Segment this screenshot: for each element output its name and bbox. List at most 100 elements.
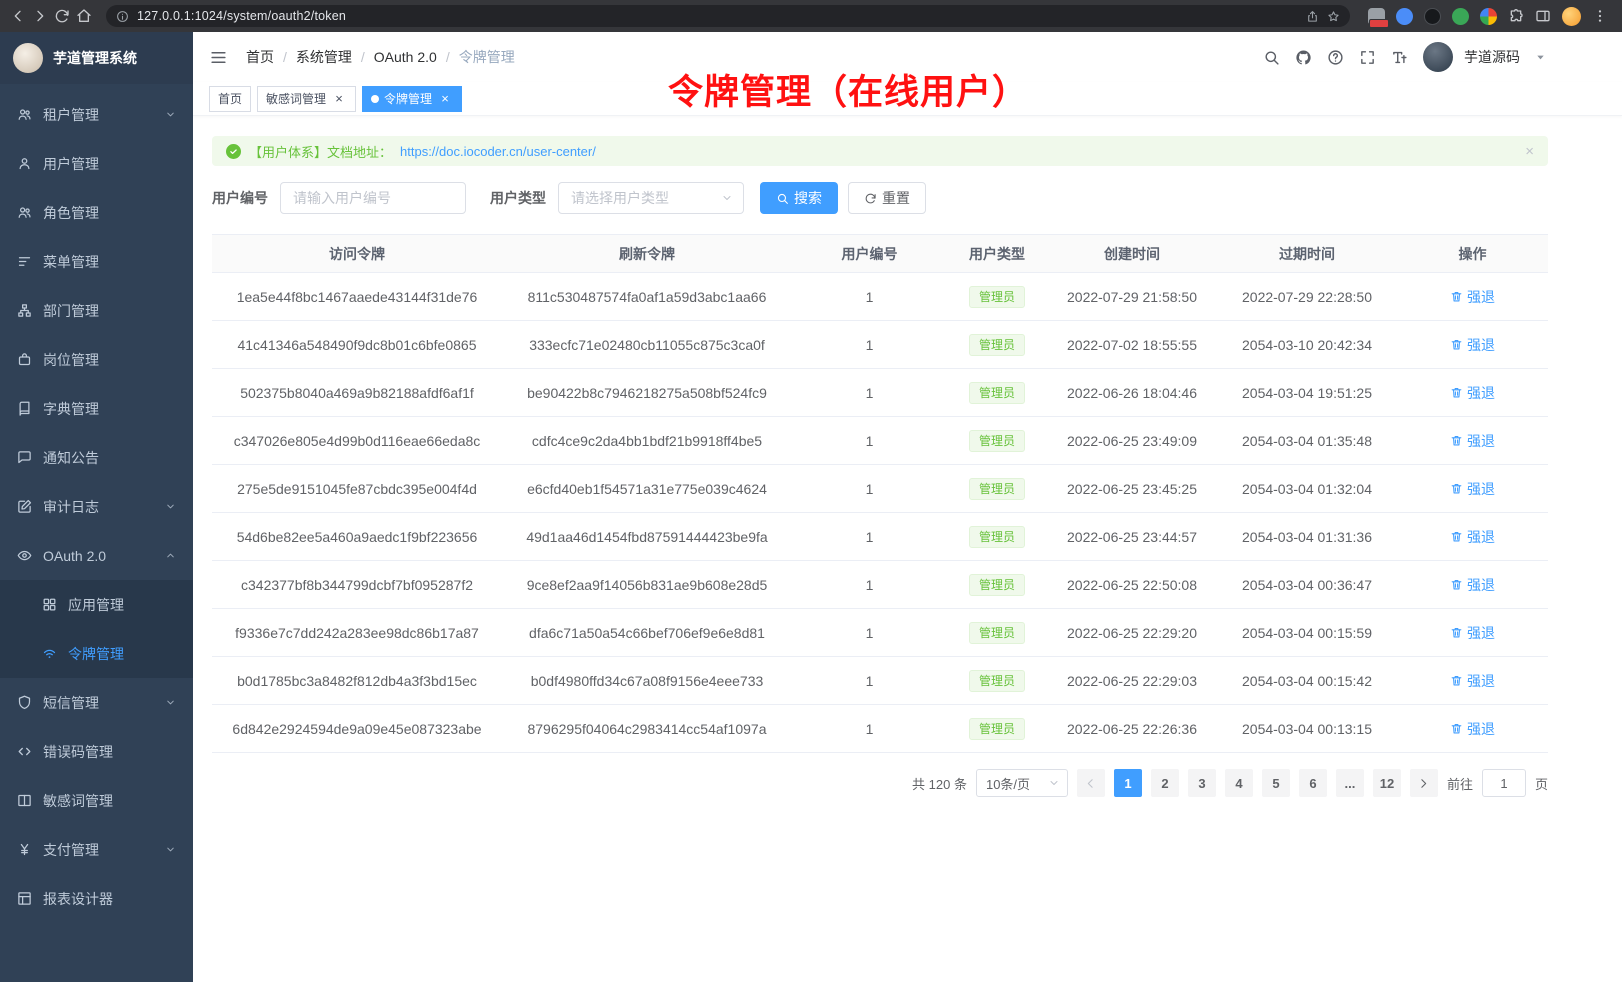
sidebar-item[interactable]: 角色管理	[0, 188, 193, 237]
created-time-cell: 2022-06-25 23:44:57	[1047, 513, 1217, 561]
url-text[interactable]: 127.0.0.1:1024/system/oauth2/token	[137, 9, 1298, 23]
page-size-select[interactable]: 10条/页	[976, 769, 1068, 797]
force-logout-button[interactable]: 强退	[1450, 287, 1495, 307]
sidebar-item[interactable]: 用户管理	[0, 139, 193, 188]
user-avatar[interactable]	[1423, 42, 1453, 72]
help-icon[interactable]	[1327, 49, 1344, 66]
page-button[interactable]: 6	[1299, 769, 1327, 797]
force-logout-button[interactable]: 强退	[1450, 383, 1495, 403]
extension-icon[interactable]	[1368, 8, 1385, 25]
user-menu-caret-icon[interactable]	[1535, 52, 1546, 63]
page-button[interactable]: 4	[1225, 769, 1253, 797]
breadcrumb-item[interactable]: 系统管理	[296, 47, 374, 67]
tag-view[interactable]: 首页	[209, 86, 251, 112]
search-button[interactable]: 搜索	[760, 182, 838, 214]
sidebar-item[interactable]: 支付管理	[0, 825, 193, 874]
tag-view[interactable]: 敏感词管理 ×	[257, 86, 356, 112]
sidebar-item-label: 错误码管理	[43, 742, 113, 762]
page-button[interactable]: 2	[1151, 769, 1179, 797]
sidebar-item[interactable]: OAuth 2.0	[0, 531, 193, 580]
font-size-icon[interactable]	[1391, 49, 1408, 66]
share-icon[interactable]	[1306, 10, 1319, 23]
sidebar-item-label: 字典管理	[43, 399, 99, 419]
tag-view[interactable]: 令牌管理 ×	[362, 86, 462, 112]
user-type-cell: 管理员	[947, 465, 1047, 513]
access-token-cell: 502375b8040a469a9b82188afdf6af1f	[212, 369, 502, 417]
extension-icon[interactable]	[1480, 8, 1497, 25]
force-logout-button[interactable]: 强退	[1450, 719, 1495, 739]
extension-icon[interactable]	[1452, 8, 1469, 25]
sidebar-item[interactable]: 令牌管理	[0, 629, 193, 678]
site-info-icon[interactable]	[116, 10, 129, 23]
page-button[interactable]: 1	[1114, 769, 1142, 797]
address-bar[interactable]: 127.0.0.1:1024/system/oauth2/token	[106, 5, 1350, 27]
breadcrumb-item[interactable]: OAuth 2.0	[374, 49, 459, 65]
sidebar-item[interactable]: 报表设计器	[0, 874, 193, 923]
sidebar-item[interactable]: 通知公告	[0, 433, 193, 482]
doc-link[interactable]: https://doc.iocoder.cn/user-center/	[400, 144, 596, 159]
force-logout-button[interactable]: 强退	[1450, 335, 1495, 355]
sidebar-item[interactable]: 审计日志	[0, 482, 193, 531]
sidebar-item[interactable]: 敏感词管理	[0, 776, 193, 825]
search-icon[interactable]	[1263, 49, 1280, 66]
sidebar-item[interactable]: 岗位管理	[0, 335, 193, 384]
force-logout-button[interactable]: 强退	[1450, 479, 1495, 499]
side-panel-icon[interactable]	[1535, 8, 1551, 24]
bookmark-star-icon[interactable]	[1327, 10, 1340, 23]
tag-close-icon[interactable]: ×	[331, 91, 347, 107]
sidebar-item[interactable]: 租户管理	[0, 90, 193, 139]
user-name[interactable]: 芋道源码	[1464, 47, 1520, 67]
github-icon[interactable]	[1295, 49, 1312, 66]
force-logout-button[interactable]: 强退	[1450, 575, 1495, 595]
next-page-button[interactable]	[1410, 769, 1438, 797]
fullscreen-icon[interactable]	[1359, 49, 1376, 66]
back-icon[interactable]	[10, 8, 26, 24]
tag-close-icon[interactable]: ×	[437, 91, 453, 107]
trash-icon	[1450, 290, 1463, 303]
force-logout-button[interactable]: 强退	[1450, 527, 1495, 547]
sidebar-item[interactable]: 部门管理	[0, 286, 193, 335]
expire-time-cell: 2054-03-04 00:36:47	[1217, 561, 1397, 609]
action-cell: 强退	[1397, 273, 1548, 321]
force-logout-button[interactable]: 强退	[1450, 431, 1495, 451]
browser-menu-icon[interactable]	[1592, 8, 1608, 24]
breadcrumb-item[interactable]: 令牌管理	[459, 47, 515, 67]
breadcrumb-item[interactable]: 首页	[246, 47, 296, 67]
extensions-menu-icon[interactable]	[1508, 8, 1524, 24]
forward-icon[interactable]	[32, 8, 48, 24]
extension-icon[interactable]	[1396, 8, 1413, 25]
reset-button[interactable]: 重置	[848, 182, 926, 214]
action-cell: 强退	[1397, 657, 1548, 705]
table-row: 502375b8040a469a9b82188afdf6af1f be90422…	[212, 369, 1548, 417]
page-button[interactable]: ...	[1336, 769, 1364, 797]
app-logo[interactable]: 芋道管理系统	[0, 32, 193, 84]
created-time-cell: 2022-06-25 23:45:25	[1047, 465, 1217, 513]
alert-close-icon[interactable]: ×	[1525, 143, 1534, 160]
page-button[interactable]: 12	[1373, 769, 1401, 797]
goto-page-input[interactable]	[1482, 769, 1526, 797]
app-title: 芋道管理系统	[53, 48, 137, 68]
user-type-select[interactable]: 请选择用户类型	[558, 182, 744, 214]
page-button[interactable]: 3	[1188, 769, 1216, 797]
created-time-cell: 2022-07-02 18:55:55	[1047, 321, 1217, 369]
access-token-cell: 1ea5e44f8bc1467aaede43144f31de76	[212, 273, 502, 321]
sidebar-item[interactable]: 应用管理	[0, 580, 193, 629]
reload-icon[interactable]	[54, 8, 70, 24]
sidebar-item[interactable]: 错误码管理	[0, 727, 193, 776]
extension-icon[interactable]	[1424, 8, 1441, 25]
sidebar-item[interactable]: 字典管理	[0, 384, 193, 433]
hamburger-icon[interactable]	[209, 48, 228, 67]
page-button[interactable]: 5	[1262, 769, 1290, 797]
oauth-icon	[17, 548, 32, 563]
user-id-cell: 1	[792, 561, 947, 609]
sidebar-item[interactable]: 短信管理	[0, 678, 193, 727]
app-icon	[42, 597, 57, 612]
force-logout-button[interactable]: 强退	[1450, 623, 1495, 643]
home-icon[interactable]	[76, 8, 92, 24]
user-id-input[interactable]	[280, 182, 466, 214]
menu-list-icon	[17, 254, 32, 269]
force-logout-button[interactable]: 强退	[1450, 671, 1495, 691]
sidebar-item[interactable]: 菜单管理	[0, 237, 193, 286]
prev-page-button[interactable]	[1077, 769, 1105, 797]
browser-profile-avatar[interactable]	[1562, 7, 1581, 26]
